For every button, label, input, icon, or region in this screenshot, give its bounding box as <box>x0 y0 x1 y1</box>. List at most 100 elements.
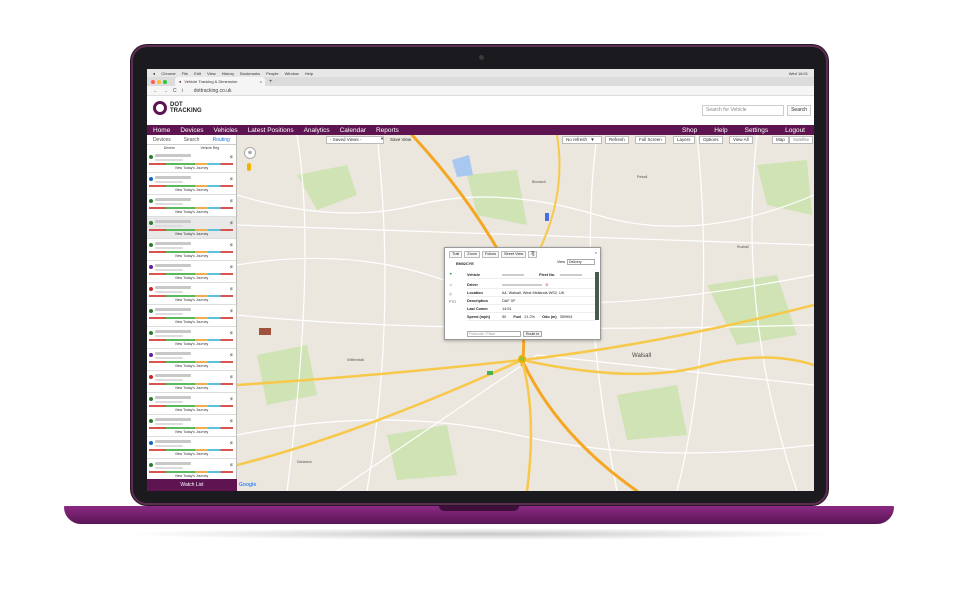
route-to-button[interactable]: Route to <box>523 331 543 337</box>
vehicle-expand-icon[interactable]: ≶ <box>230 286 233 291</box>
menu-help[interactable]: Help <box>305 71 313 76</box>
postcode-input[interactable]: Postcode / Place <box>467 331 521 337</box>
tab-close-icon[interactable]: × <box>260 79 265 84</box>
menu-edit[interactable]: Edit <box>194 71 201 76</box>
refresh-interval-select[interactable]: No refresh ▼ <box>562 136 602 144</box>
vehicle-expand-icon[interactable]: ≶ <box>230 330 233 335</box>
nav-shop[interactable]: Shop <box>682 127 697 134</box>
menu-people[interactable]: People <box>266 71 278 76</box>
saved-views-arrow-icon[interactable]: ▼ <box>380 136 384 141</box>
url-input[interactable]: dottracking.co.uk <box>194 88 232 94</box>
nav-help[interactable]: Help <box>714 127 727 134</box>
apple-icon[interactable]: ● <box>153 71 155 76</box>
browser-tab[interactable]: ● Vehicle Tracking & Dimension × <box>175 77 265 86</box>
follow-button[interactable]: Follow <box>481 251 499 258</box>
menu-history[interactable]: History <box>222 71 234 76</box>
tab-search[interactable]: Search <box>177 135 207 144</box>
trail-button[interactable]: Trail <box>449 251 463 258</box>
reload-icon[interactable]: C <box>173 88 177 94</box>
vehicle-list-item[interactable]: ≶ View Today's Journey <box>147 327 236 349</box>
vehicle-list-item[interactable]: ≶ View Today's Journey <box>147 305 236 327</box>
view-journey-link[interactable]: View Today's Journey <box>147 276 236 280</box>
street-view-button[interactable]: Street View <box>500 251 527 258</box>
view-journey-link[interactable]: View Today's Journey <box>147 166 236 170</box>
menu-bookmarks[interactable]: Bookmarks <box>240 71 260 76</box>
vehicle-list-item[interactable]: ≶ View Today's Journey <box>147 239 236 261</box>
vehicle-list-item[interactable]: ≶ View Today's Journey <box>147 151 236 173</box>
vehicle-expand-icon[interactable]: ≶ <box>230 220 233 225</box>
nav-vehicles[interactable]: Vehicles <box>213 127 237 134</box>
vehicle-list-item[interactable]: ≶ View Today's Journey <box>147 261 236 283</box>
vehicle-expand-icon[interactable]: ≶ <box>230 440 233 445</box>
layers-button[interactable]: Layers <box>673 136 695 144</box>
vehicle-list-item[interactable]: ≶ View Today's Journey <box>147 349 236 371</box>
menu-file[interactable]: File <box>182 71 188 76</box>
watch-list-button[interactable]: Watch List <box>147 479 237 491</box>
view-journey-link[interactable]: View Today's Journey <box>147 408 236 412</box>
pan-control[interactable]: ⊕ <box>244 147 256 159</box>
view-journey-link[interactable]: View Today's Journey <box>147 232 236 236</box>
tab-routing[interactable]: Routing <box>206 135 236 144</box>
menu-chrome[interactable]: Chrome <box>161 71 175 76</box>
nav-logout[interactable]: Logout <box>785 127 805 134</box>
vehicle-list-item[interactable]: ≶ View Today's Journey <box>147 217 236 239</box>
options-button[interactable]: Options <box>699 136 723 144</box>
vehicle-list-item[interactable]: ≶ View Today's Journey <box>147 283 236 305</box>
vehicle-search-button[interactable]: Search <box>787 105 811 116</box>
save-view-button[interactable]: Save View <box>387 136 414 144</box>
col-drivers[interactable]: Drivers <box>164 146 175 150</box>
vehicle-expand-icon[interactable]: ≶ <box>230 198 233 203</box>
vehicle-expand-icon[interactable]: ≶ <box>230 176 233 181</box>
vehicle-list-item[interactable]: ≶ View Today's Journey <box>147 371 236 393</box>
nav-reports[interactable]: Reports <box>376 127 399 134</box>
view-journey-link[interactable]: View Today's Journey <box>147 210 236 214</box>
tab-devices[interactable]: Devices <box>147 135 177 144</box>
nav-calendar[interactable]: Calendar <box>340 127 366 134</box>
map-type-satellite-button[interactable]: Satellite <box>789 136 814 144</box>
nav-analytics[interactable]: Analytics <box>304 127 330 134</box>
popup-view-select[interactable]: Delivery <box>567 259 595 265</box>
info-icon[interactable]: i <box>182 88 183 94</box>
vehicle-expand-icon[interactable]: ≶ <box>230 352 233 357</box>
vehicle-expand-icon[interactable]: ≶ <box>230 374 233 379</box>
vehicle-expand-icon[interactable]: ≶ <box>230 462 233 467</box>
nav-home[interactable]: Home <box>153 127 170 134</box>
nav-latest-positions[interactable]: Latest Positions <box>248 127 294 134</box>
copy-icon[interactable]: ⎘ <box>528 251 538 258</box>
view-journey-link[interactable]: View Today's Journey <box>147 254 236 258</box>
refresh-button[interactable]: Refresh <box>605 136 629 144</box>
vehicle-expand-icon[interactable]: ≶ <box>230 418 233 423</box>
vehicle-search-input[interactable]: Search for Vehicle <box>702 105 784 116</box>
view-all-button[interactable]: View All <box>729 136 753 144</box>
vehicle-expand-icon[interactable]: ≶ <box>230 242 233 247</box>
new-tab-button[interactable]: + <box>269 79 273 85</box>
forward-icon[interactable]: → <box>163 88 168 94</box>
vehicle-expand-icon[interactable]: ≶ <box>230 396 233 401</box>
view-journey-link[interactable]: View Today's Journey <box>147 342 236 346</box>
view-journey-link[interactable]: View Today's Journey <box>147 364 236 368</box>
vehicle-list-item[interactable]: ≶ View Today's Journey <box>147 173 236 195</box>
full-screen-button[interactable]: Full Screen <box>635 136 666 144</box>
map[interactable]: - Saved Views - ▼ Save View No refresh ▼… <box>237 135 814 491</box>
view-journey-link[interactable]: View Today's Journey <box>147 452 236 456</box>
view-journey-link[interactable]: View Today's Journey <box>147 430 236 434</box>
vehicle-expand-icon[interactable]: ≶ <box>230 154 233 159</box>
close-window-button[interactable] <box>151 79 155 84</box>
view-journey-link[interactable]: View Today's Journey <box>147 386 236 390</box>
nav-devices[interactable]: Devices <box>180 127 203 134</box>
vehicle-list-item[interactable]: ≶ View Today's Journey <box>147 459 236 479</box>
maximize-window-button[interactable] <box>163 79 167 84</box>
view-journey-link[interactable]: View Today's Journey <box>147 474 236 478</box>
vehicle-list-item[interactable]: ≶ View Today's Journey <box>147 195 236 217</box>
menu-view[interactable]: View <box>207 71 216 76</box>
view-journey-link[interactable]: View Today's Journey <box>147 298 236 302</box>
view-journey-link[interactable]: View Today's Journey <box>147 320 236 324</box>
vehicle-expand-icon[interactable]: ≶ <box>230 264 233 269</box>
vehicle-list-item[interactable]: ≶ View Today's Journey <box>147 415 236 437</box>
vehicle-marker-icon[interactable] <box>518 355 526 363</box>
logo[interactable]: DOT TRACKING <box>153 101 210 115</box>
popup-close-icon[interactable]: × <box>595 250 597 255</box>
nav-settings[interactable]: Settings <box>745 127 769 134</box>
vehicle-list-item[interactable]: ≶ View Today's Journey <box>147 437 236 459</box>
vehicle-expand-icon[interactable]: ≶ <box>230 308 233 313</box>
